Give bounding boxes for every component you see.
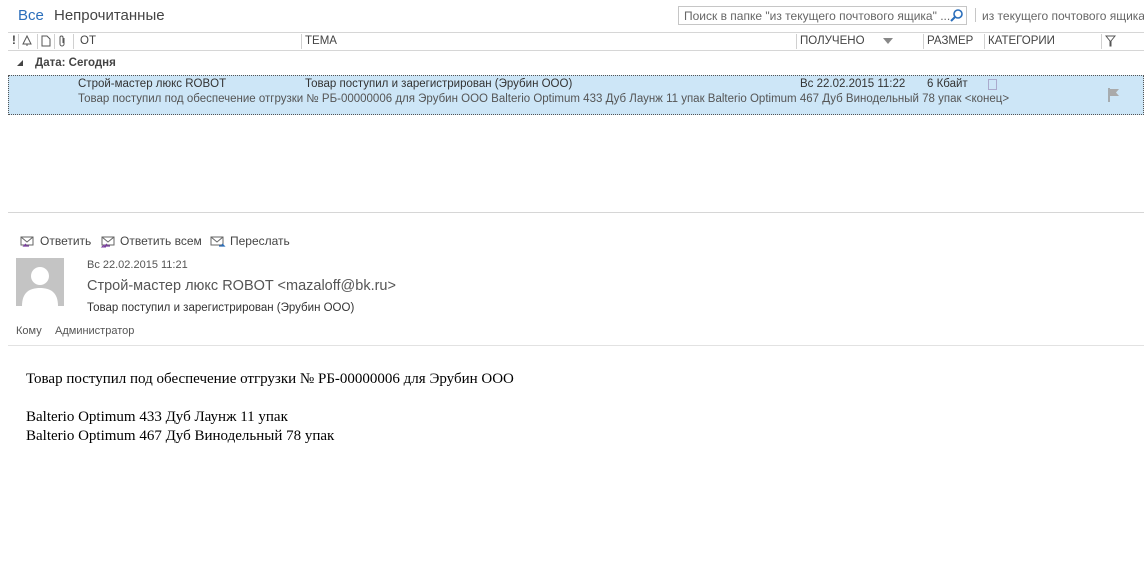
filter-unread-tab[interactable]: Непрочитанные [54,7,165,24]
search-scope-dropdown[interactable]: из текущего почтового ящика [982,9,1144,23]
reply-button[interactable]: Ответить [20,234,91,248]
document-icon[interactable] [41,35,51,47]
forward-icon [210,236,226,247]
column-header-bar [8,32,1144,51]
reply-icon [20,236,34,247]
reply-label: Ответить [40,234,92,248]
search-icon[interactable] [950,9,963,22]
column-divider [37,34,38,49]
to-recipient[interactable]: Администратор [55,325,134,337]
column-divider [796,34,797,49]
reading-divider [8,345,1144,346]
forward-label: Переслать [230,234,290,248]
attachment-icon[interactable] [58,35,67,47]
avatar [16,258,64,306]
category-icon[interactable] [988,79,997,90]
column-categories[interactable]: КАТЕГОРИИ [988,35,1055,47]
collapse-group-icon[interactable] [17,60,23,66]
reading-subject: Товар поступил и зарегистрирован (Эрубин… [87,302,355,314]
search-placeholder: Поиск в папке "из текущего почтового ящи… [684,9,951,23]
column-divider [984,34,985,49]
column-divider [18,34,19,49]
reply-all-button[interactable]: Ответить всем [100,234,202,248]
body-line: Balterio Optimum 467 Дуб Винодельный 78 … [26,428,335,444]
column-received[interactable]: ПОЛУЧЕНО [800,35,865,47]
search-scope-divider [975,8,976,22]
flag-status-icon[interactable] [1105,35,1116,47]
column-divider [73,34,74,49]
column-from[interactable]: ОТ [80,35,96,47]
message-from: Строй-мастер люкс ROBOT [78,78,227,90]
reading-date: Вс 22.02.2015 11:21 [87,259,188,271]
to-label: Кому [16,325,42,337]
reminder-icon[interactable] [21,35,33,47]
sort-descending-icon[interactable] [883,38,893,44]
body-line: Товар поступил под обеспечение отгрузки … [26,371,514,387]
flag-icon[interactable] [1108,88,1120,102]
pane-divider [8,212,1144,213]
column-divider [1101,34,1102,49]
column-size[interactable]: РАЗМЕР [927,35,973,47]
message-size: 6 Кбайт [927,78,968,90]
person-icon [22,267,58,306]
reading-sender[interactable]: Строй-мастер люкс ROBOT <mazaloff@bk.ru> [87,278,396,294]
column-divider [301,34,302,49]
reply-all-label: Ответить всем [120,234,202,248]
column-importance[interactable]: ! [12,35,16,47]
column-subject[interactable]: ТЕМА [305,35,337,47]
message-preview: Товар поступил под обеспечение отгрузки … [78,93,1010,105]
message-received: Вс 22.02.2015 11:22 [800,78,906,90]
message-subject: Товар поступил и зарегистрирован (Эрубин… [305,78,573,90]
body-line: Balterio Optimum 433 Дуб Лаунж 11 упак [26,409,288,425]
filter-all-tab[interactable]: Все [18,7,44,24]
forward-button[interactable]: Переслать [210,234,290,248]
group-header[interactable]: Дата: Сегодня [35,57,116,69]
column-divider [54,34,55,49]
column-divider [923,34,924,49]
reply-all-icon [100,236,115,248]
